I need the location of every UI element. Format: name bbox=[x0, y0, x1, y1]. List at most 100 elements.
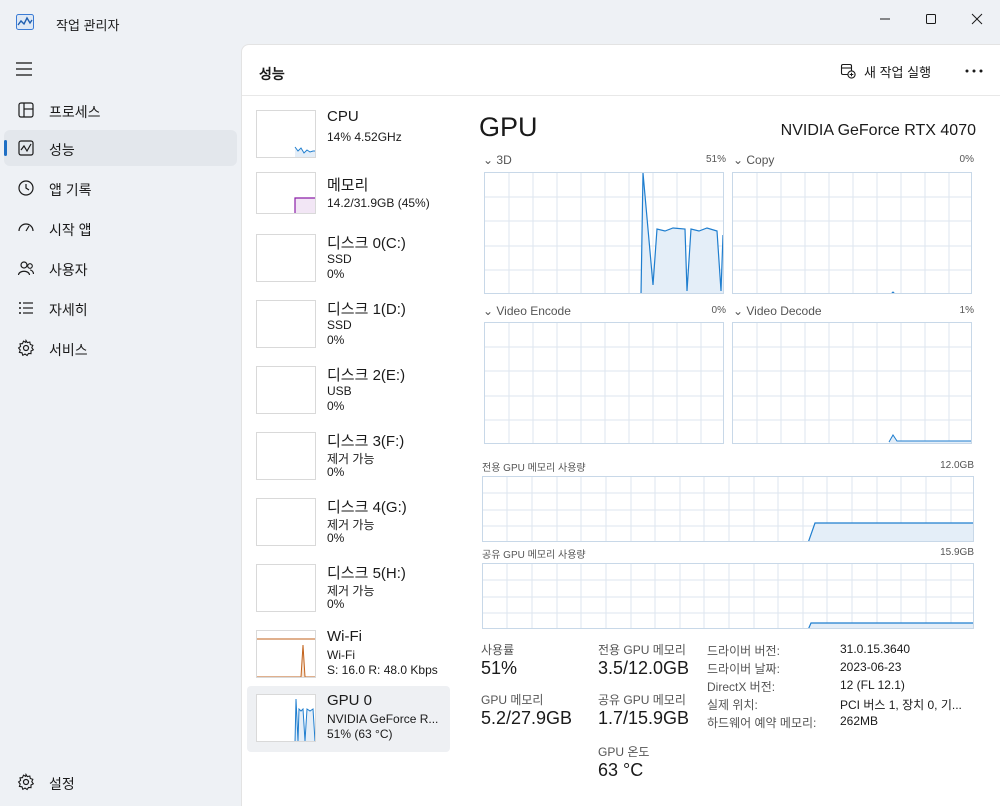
driver-version-key: 드라이버 버전: bbox=[707, 644, 780, 658]
perf-item-name: 디스크 2(E:) bbox=[327, 367, 406, 384]
shared-memory-label: 공유 GPU 메모리 bbox=[598, 693, 686, 707]
directx-version-value: 12 (FL 12.1) bbox=[840, 678, 905, 692]
perf-item-memory[interactable]: 메모리 14.2/31.9GB (45%) bbox=[247, 168, 450, 234]
sidebar-item-label: 앱 기록 bbox=[49, 182, 92, 198]
gpu-detail-panel: GPU NVIDIA GeForce RTX 4070 ⌄ 3D 51% ⌄ C… bbox=[452, 96, 1000, 806]
driver-date-key: 드라이버 날짜: bbox=[707, 662, 780, 676]
sidebar: 프로세스 성능 앱 기록 시작 앱 사용자 자세히 서비스 설정 bbox=[0, 44, 241, 806]
sidebar-item-users[interactable]: 사용자 bbox=[4, 250, 237, 286]
hardware-reserved-memory-key: 하드웨어 예약 메모리: bbox=[707, 716, 817, 730]
engine-video-encode-value: 0% bbox=[711, 305, 726, 316]
perf-item-detail: 51% (63 °C) bbox=[327, 727, 393, 741]
dedicated-memory-value: 3.5/12.0GB bbox=[598, 658, 690, 678]
perf-item-wifi[interactable]: Wi-Fi Wi-Fi S: 16.0 R: 48.0 Kbps bbox=[247, 622, 450, 688]
maximize-button[interactable] bbox=[908, 4, 954, 34]
perf-item-gpu-0[interactable]: GPU 0 NVIDIA GeForce R... 51% (63 °C) bbox=[247, 686, 450, 752]
engine-3d-selector[interactable]: ⌄ 3D bbox=[483, 153, 512, 167]
title-bar: 작업 관리자 bbox=[0, 0, 1000, 44]
perf-item-cpu[interactable]: CPU 14% 4.52GHz bbox=[247, 102, 450, 168]
sidebar-item-processes[interactable]: 프로세스 bbox=[4, 92, 237, 128]
utilization-value: 51% bbox=[481, 658, 518, 678]
processes-grid-icon bbox=[17, 101, 35, 119]
sidebar-item-label: 설정 bbox=[49, 776, 75, 792]
sidebar-item-app-history[interactable]: 앱 기록 bbox=[4, 170, 237, 206]
perf-item-name: GPU 0 bbox=[327, 692, 373, 709]
perf-item-name: 디스크 0(C:) bbox=[327, 235, 406, 252]
sidebar-item-label: 서비스 bbox=[49, 342, 88, 358]
utilization-label: 사용률 bbox=[481, 643, 515, 657]
active-indicator bbox=[4, 140, 7, 156]
close-button[interactable] bbox=[954, 4, 1000, 34]
sidebar-item-settings[interactable]: 설정 bbox=[4, 764, 237, 800]
gpu-thumbnail-graph bbox=[256, 694, 316, 742]
physical-location-value: PCI 버스 1, 장치 0, 기... bbox=[840, 698, 962, 712]
perf-item-detail: 0% bbox=[327, 399, 345, 413]
perf-item-disk-4[interactable]: 디스크 4(G:) 제거 가능 0% bbox=[247, 490, 450, 556]
startup-speedometer-icon bbox=[17, 219, 35, 237]
page-header: 성능 새 작업 실행 bbox=[242, 45, 1000, 96]
perf-item-name: Wi-Fi bbox=[327, 628, 362, 645]
perf-item-detail: 0% bbox=[327, 531, 345, 545]
more-dots-icon bbox=[965, 69, 983, 73]
dedicated-memory-graph bbox=[482, 476, 974, 542]
engine-3d-graph bbox=[484, 172, 724, 294]
disk-thumbnail-graph bbox=[256, 564, 316, 612]
disk-thumbnail-graph bbox=[256, 366, 316, 414]
main-panel: 성능 새 작업 실행 CPU 14% 4.52GHz 메모리 14.2/31.9… bbox=[241, 44, 1000, 806]
engine-video-encode-graph bbox=[484, 322, 724, 444]
engine-video-decode-graph bbox=[732, 322, 972, 444]
minimize-button[interactable] bbox=[862, 4, 908, 34]
details-list-icon bbox=[17, 299, 35, 317]
perf-item-disk-2[interactable]: 디스크 2(E:) USB 0% bbox=[247, 358, 450, 424]
performance-device-list: CPU 14% 4.52GHz 메모리 14.2/31.9GB (45%) 디스… bbox=[242, 96, 452, 806]
sidebar-item-performance[interactable]: 성능 bbox=[4, 130, 237, 166]
gpu-model-name: NVIDIA GeForce RTX 4070 bbox=[780, 122, 976, 139]
perf-item-detail: NVIDIA GeForce R... bbox=[327, 712, 439, 726]
perf-item-detail: 0% bbox=[327, 597, 345, 611]
engine-video-encode-selector[interactable]: ⌄ Video Encode bbox=[483, 304, 571, 318]
perf-item-disk-3[interactable]: 디스크 3(F:) 제거 가능 0% bbox=[247, 424, 450, 490]
perf-item-disk-0[interactable]: 디스크 0(C:) SSD 0% bbox=[247, 226, 450, 292]
hardware-reserved-memory-value: 262MB bbox=[840, 714, 879, 728]
gpu-temperature-label: GPU 온도 bbox=[598, 745, 650, 759]
gpu-memory-value: 5.2/27.9GB bbox=[481, 708, 573, 728]
perf-item-detail: SSD bbox=[327, 252, 352, 266]
dedicated-memory-label: 전용 GPU 메모리 bbox=[598, 643, 686, 657]
engine-video-decode-name: Video Decode bbox=[746, 304, 822, 318]
history-clock-icon bbox=[17, 179, 35, 197]
perf-item-detail: 14.2/31.9GB (45%) bbox=[327, 196, 430, 210]
engine-video-decode-selector[interactable]: ⌄ Video Decode bbox=[733, 304, 822, 318]
sidebar-item-details[interactable]: 자세히 bbox=[4, 290, 237, 326]
directx-version-key: DirectX 버전: bbox=[707, 680, 776, 694]
perf-item-detail: Wi-Fi bbox=[327, 648, 355, 662]
perf-item-disk-5[interactable]: 디스크 5(H:) 제거 가능 0% bbox=[247, 556, 450, 622]
driver-date-value: 2023-06-23 bbox=[840, 660, 902, 674]
memory-thumbnail-graph bbox=[256, 172, 316, 214]
perf-item-detail: S: 16.0 R: 48.0 Kbps bbox=[327, 663, 438, 677]
hamburger-menu-icon[interactable] bbox=[16, 62, 34, 76]
sidebar-item-services[interactable]: 서비스 bbox=[4, 330, 237, 366]
dedicated-memory-max: 12.0GB bbox=[940, 460, 974, 471]
more-options-button[interactable] bbox=[962, 59, 986, 83]
gpu-temperature-value: 63 °C bbox=[598, 760, 644, 780]
disk-thumbnail-graph bbox=[256, 498, 316, 546]
run-new-task-button[interactable]: 새 작업 실행 bbox=[840, 60, 931, 82]
wifi-thumbnail-graph bbox=[256, 630, 316, 678]
perf-item-disk-1[interactable]: 디스크 1(D:) SSD 0% bbox=[247, 292, 450, 358]
sidebar-item-label: 성능 bbox=[49, 142, 75, 158]
perf-item-detail: SSD bbox=[327, 318, 352, 332]
gpu-title: GPU bbox=[479, 112, 538, 142]
engine-copy-selector[interactable]: ⌄ Copy bbox=[733, 153, 774, 167]
disk-thumbnail-graph bbox=[256, 432, 316, 480]
cpu-thumbnail-graph bbox=[256, 110, 316, 158]
shared-memory-graph bbox=[482, 563, 974, 629]
engine-copy-name: Copy bbox=[746, 153, 775, 167]
physical-location-key: 실제 위치: bbox=[707, 698, 758, 712]
perf-item-detail: 0% bbox=[327, 465, 345, 479]
window-title: 작업 관리자 bbox=[56, 18, 120, 33]
sidebar-item-label: 사용자 bbox=[49, 262, 88, 278]
sidebar-item-label: 시작 앱 bbox=[49, 222, 92, 238]
engine-3d-name: 3D bbox=[496, 153, 512, 167]
shared-memory-value: 1.7/15.9GB bbox=[598, 708, 690, 728]
sidebar-item-startup-apps[interactable]: 시작 앱 bbox=[4, 210, 237, 246]
